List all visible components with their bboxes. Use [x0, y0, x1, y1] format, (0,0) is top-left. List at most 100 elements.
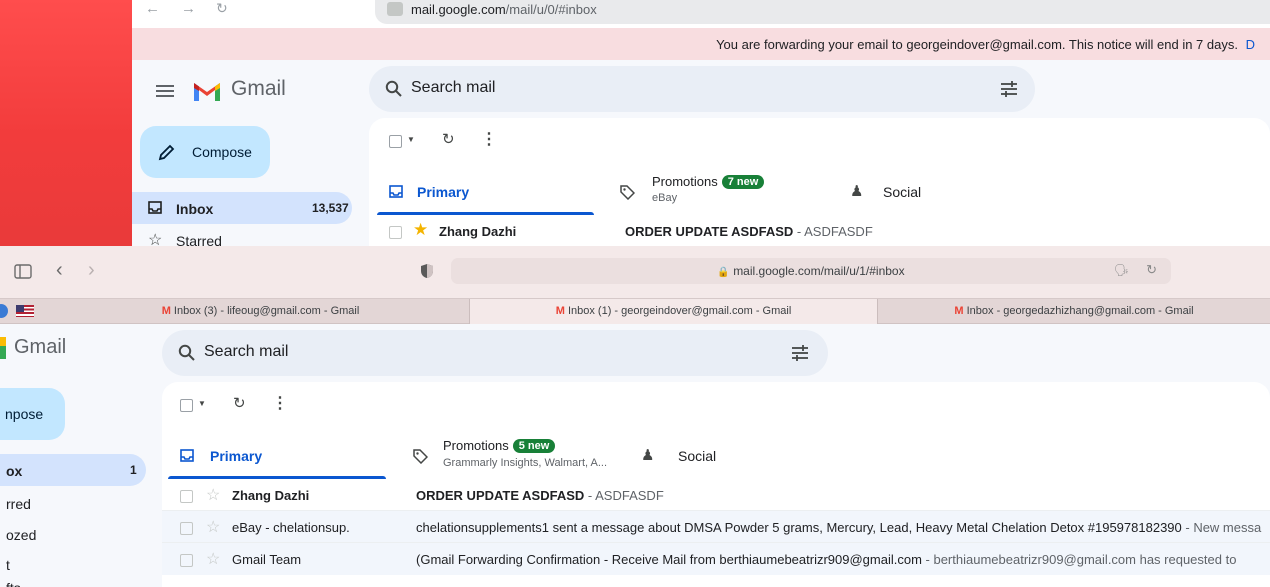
url-text: mail.google.com/mail/u/1/#inbox — [733, 264, 905, 278]
nav-inbox-label: ox — [6, 463, 23, 479]
compose-button[interactable]: Compose — [140, 126, 270, 178]
search-options-icon[interactable] — [791, 345, 809, 361]
reload-icon[interactable]: ↻ — [1146, 262, 1157, 278]
compose-label: npose — [5, 406, 44, 422]
browser-tab-strip: M Inbox (3) - lifeoug@gmail.com - Gmail … — [0, 298, 1270, 324]
row-checkbox[interactable] — [180, 522, 193, 535]
select-all-checkbox[interactable] — [180, 399, 193, 412]
table-row[interactable]: ☆ eBay - chelationsup. chelationsuppleme… — [162, 511, 1270, 543]
nav-starred-label: Starred — [176, 233, 222, 246]
notice-link[interactable]: D — [1246, 37, 1255, 52]
nav-snoozed[interactable]: ozed — [0, 518, 146, 550]
back-chevron-icon[interactable]: ‹ — [56, 259, 63, 282]
row-subject: ORDER UPDATE ASDFASD - ASDFASDF — [625, 224, 873, 239]
pinned-tab-globe-icon[interactable] — [0, 304, 8, 318]
tab-social-label: Social — [678, 448, 717, 464]
nav-starred-label: rred — [6, 496, 31, 512]
tab-primary[interactable]: Primary — [377, 170, 594, 215]
address-bar[interactable]: 🔒 mail.google.com/mail/u/1/#inbox 🗣 ↻ — [451, 258, 1171, 284]
nav-drafts-label: fts — [6, 580, 21, 587]
table-row[interactable]: ☆ Zhang Dazhi ORDER UPDATE ASDFASD - ASD… — [162, 479, 1270, 511]
primary-tab-icon — [180, 449, 194, 462]
privacy-shield-icon[interactable] — [420, 263, 434, 279]
nav-starred[interactable]: ☆ Starred — [132, 224, 352, 246]
refresh-icon[interactable]: ↻ — [442, 130, 455, 148]
star-outline-icon[interactable]: ☆ — [206, 517, 220, 537]
back-arrow-icon[interactable]: ← — [145, 0, 160, 17]
star-outline-icon[interactable]: ☆ — [206, 549, 220, 569]
gmail-favicon-icon: M — [161, 305, 171, 317]
lock-icon: 🔒 — [717, 267, 730, 278]
tab-promotions-sub: Grammarly Insights, Walmart, A... — [443, 457, 608, 469]
nav-drafts[interactable]: fts — [0, 572, 146, 587]
message-list-panel: ▼ ↻ ⋮ Primary Promotions 5 new Grammarly … — [162, 382, 1270, 587]
search-bar[interactable]: Search mail — [369, 66, 1035, 112]
forward-chevron-icon[interactable]: › — [88, 259, 95, 282]
row-checkbox[interactable] — [180, 554, 193, 567]
pencil-icon — [158, 144, 175, 161]
search-bar[interactable]: Search mail — [162, 330, 828, 376]
people-icon: ♟ — [641, 447, 655, 464]
main-menu-icon[interactable] — [156, 85, 174, 97]
people-icon: ♟ — [850, 183, 864, 200]
promotions-new-badge: 5 new — [512, 439, 556, 453]
pinned-tab-flag-icon[interactable] — [16, 305, 34, 317]
tab-primary[interactable]: Primary — [168, 434, 386, 479]
tab-social[interactable]: ♟ Social — [847, 170, 997, 215]
tab-promotions[interactable]: Promotions 7 new eBay — [614, 170, 824, 215]
top-browser-window: ← → ↻ mail.google.com/mail/u/0/#inbox Yo… — [0, 0, 1270, 246]
row-checkbox[interactable] — [180, 490, 193, 503]
compose-button[interactable]: npose — [0, 388, 65, 440]
tab-social[interactable]: ♟ Social — [638, 434, 788, 479]
translate-icon[interactable]: 🗣 — [1114, 263, 1129, 277]
gmail-app: Gmail Search mail Compose Inbox 13,537 ☆… — [132, 60, 1270, 246]
top-browser-toolbar: ← → ↻ mail.google.com/mail/u/0/#inbox — [132, 0, 1270, 28]
primary-tab-icon — [389, 185, 403, 198]
forwarding-notice-banner: You are forwarding your email to georgei… — [132, 28, 1270, 60]
gmail-wordmark: Gmail — [231, 77, 286, 100]
tab-primary-label: Primary — [417, 184, 470, 200]
browser-tab-2-active[interactable]: M Inbox (1) - georgeindover@gmail.com - … — [470, 299, 878, 324]
gmail-logo-icon — [0, 337, 6, 359]
sidebar-toggle-icon[interactable] — [14, 264, 32, 279]
tab-social-label: Social — [883, 184, 922, 200]
search-icon[interactable] — [385, 80, 402, 97]
search-options-icon[interactable] — [1000, 81, 1018, 97]
table-row[interactable]: ★ Zhang Dazhi ORDER UPDATE ASDFASD - ASD… — [369, 215, 1270, 246]
browser-tab-1[interactable]: M Inbox (3) - lifeoug@gmail.com - Gmail — [52, 299, 470, 324]
search-placeholder: Search mail — [204, 343, 289, 360]
site-settings-icon[interactable] — [387, 2, 403, 16]
more-options-icon[interactable]: ⋮ — [481, 129, 497, 149]
search-icon[interactable] — [178, 344, 195, 361]
forwarding-notice-text: You are forwarding your email to georgei… — [716, 37, 1238, 52]
nav-inbox-label: Inbox — [176, 201, 214, 217]
forward-arrow-icon[interactable]: → — [181, 0, 196, 17]
nav-snoozed-label: ozed — [6, 527, 37, 543]
select-all-checkbox[interactable] — [389, 135, 402, 148]
select-dropdown-icon[interactable]: ▼ — [407, 135, 415, 144]
address-bar[interactable]: mail.google.com/mail/u/0/#inbox — [375, 0, 1270, 24]
bottom-browser-window: ‹ › 🔒 mail.google.com/mail/u/1/#inbox 🗣 … — [0, 246, 1270, 587]
tag-icon — [620, 185, 635, 200]
tab-promotions-label: Promotions 7 new — [652, 174, 765, 189]
star-filled-icon[interactable]: ★ — [413, 220, 428, 240]
nav-inbox[interactable]: ox 1 — [0, 454, 146, 486]
row-sender: Gmail Team — [232, 552, 302, 567]
row-sender: eBay - chelationsup. — [232, 520, 350, 535]
url-host: mail.google.com — [411, 2, 506, 17]
star-outline-icon: ☆ — [148, 232, 163, 246]
row-checkbox[interactable] — [389, 226, 402, 239]
table-row[interactable]: ☆ Gmail Team (Gmail Forwarding Confirmat… — [162, 543, 1270, 575]
star-outline-icon[interactable]: ☆ — [206, 485, 220, 505]
reload-icon[interactable]: ↻ — [216, 0, 228, 17]
nav-inbox[interactable]: Inbox 13,537 — [132, 192, 352, 224]
nav-starred[interactable]: rred — [0, 487, 146, 519]
browser-tab-3[interactable]: M Inbox - georgedazhizhang@gmail.com - G… — [878, 299, 1270, 324]
refresh-icon[interactable]: ↻ — [233, 394, 246, 412]
select-dropdown-icon[interactable]: ▼ — [198, 399, 206, 408]
row-subject: chelationsupplements1 sent a message abo… — [416, 520, 1262, 535]
more-options-icon[interactable]: ⋮ — [272, 393, 288, 413]
nav-inbox-count: 13,537 — [312, 201, 349, 215]
tab-promotions[interactable]: Promotions 5 new Grammarly Insights, Walm… — [407, 434, 622, 479]
tab-promotions-label: Promotions 5 new — [443, 438, 556, 453]
